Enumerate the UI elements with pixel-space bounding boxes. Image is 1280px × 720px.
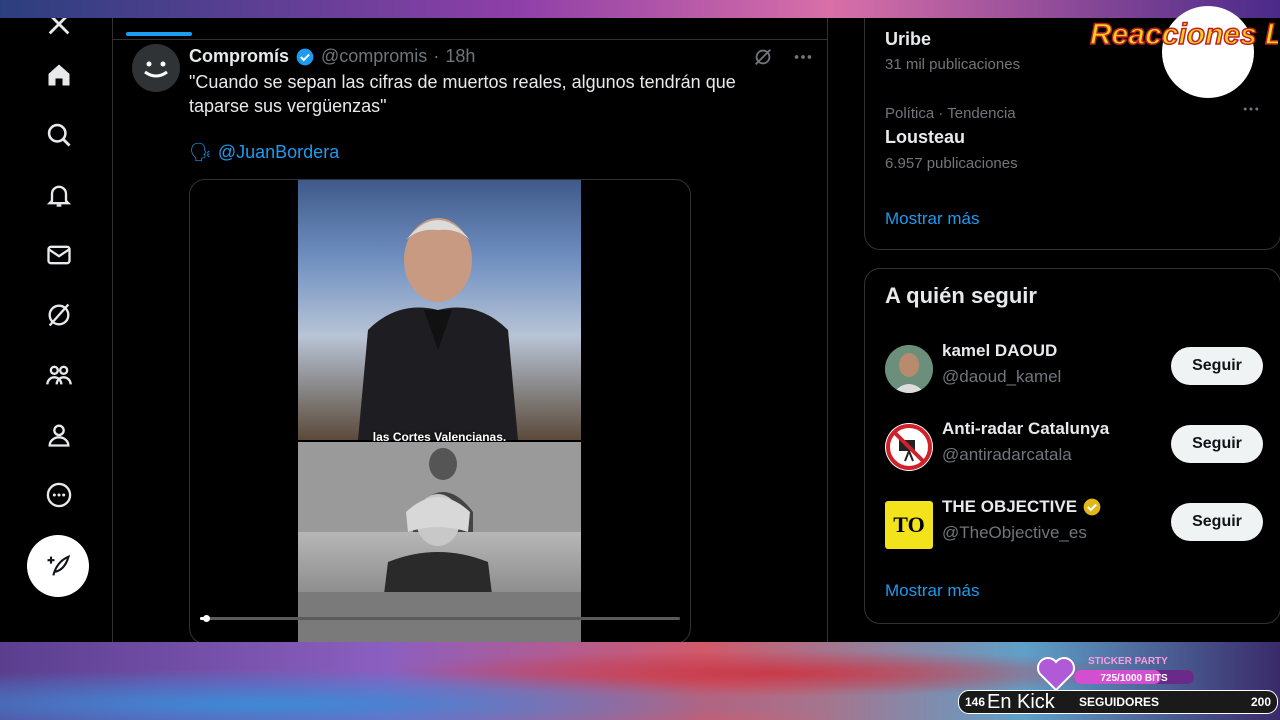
trend-count-partial: 31 mil publicaciones	[885, 56, 1021, 73]
logo-text: Reacciones Locas	[1090, 18, 1278, 51]
sidebar-nav	[0, 18, 112, 642]
followers-platform: En Kick	[987, 691, 1055, 713]
mention-link[interactable]: @JuanBordera	[218, 142, 339, 163]
home-icon[interactable]	[37, 53, 81, 97]
trend-name-partial[interactable]: Uribe	[885, 29, 931, 50]
timeline-feed: Compromís @compromis · 18h "Cuando se se…	[112, 18, 827, 642]
trend-count: 6.957 publicaciones	[885, 155, 1018, 172]
presenter-figure	[358, 218, 518, 440]
video-progress-handle[interactable]	[203, 615, 210, 622]
grok-icon[interactable]	[752, 46, 774, 68]
follow-show-more-link[interactable]: Mostrar más	[885, 581, 979, 601]
follow-button[interactable]: Seguir	[1171, 503, 1263, 541]
communities-icon[interactable]	[37, 353, 81, 397]
verified-badge-icon	[296, 48, 314, 65]
follow-suggestion[interactable]: Anti-radar Catalunya @antiradarcatala Se…	[885, 419, 1265, 479]
follow-suggestion[interactable]: TO THE OBJECTIVE @TheObjective_es Seguir	[885, 497, 1265, 557]
tweet-text: "Cuando se sepan las cifras de muertos r…	[189, 72, 736, 116]
tweet-tools	[752, 46, 814, 68]
avatar[interactable]: TO	[885, 501, 933, 549]
video-studio-scene	[298, 180, 581, 440]
video-player[interactable]: las Cortes Valencianas.	[189, 179, 691, 642]
author-avatar[interactable]	[132, 44, 180, 92]
mention-line: 🗣 @JuanBordera	[189, 142, 339, 163]
author-name[interactable]: Compromís	[189, 46, 289, 67]
follow-button[interactable]: Seguir	[1171, 347, 1263, 385]
trend-name[interactable]: Lousteau	[885, 127, 965, 148]
compose-post-button[interactable]	[27, 535, 89, 597]
video-parliament-scene	[298, 442, 581, 642]
stream-logo: Reacciones Locas	[1088, 2, 1280, 98]
suggestion-name[interactable]: kamel DAOUD	[942, 341, 1057, 361]
followers-goal: 200	[1251, 695, 1272, 709]
grok-icon[interactable]	[37, 293, 81, 337]
trend-category: Política · Tendencia	[885, 105, 1016, 122]
author-handle[interactable]: @compromis	[321, 46, 427, 67]
suggestion-name[interactable]: Anti-radar Catalunya	[942, 419, 1109, 439]
search-icon[interactable]	[37, 113, 81, 157]
video-progress-bar[interactable]	[200, 615, 680, 622]
trend-more-icon[interactable]	[1241, 99, 1261, 124]
video-frame: las Cortes Valencianas.	[298, 180, 581, 642]
separator-dot: ·	[433, 46, 440, 66]
avatar[interactable]	[885, 345, 933, 393]
notifications-bell-icon[interactable]	[37, 173, 81, 217]
follow-button[interactable]: Seguir	[1171, 425, 1263, 463]
heart-icon	[1037, 657, 1075, 692]
feed-divider	[112, 39, 827, 40]
follow-suggestion[interactable]: kamel DAOUD @daoud_kamel Seguir	[885, 341, 1265, 401]
x-logo-icon[interactable]	[37, 18, 81, 46]
sticker-party-widget: STICKER PARTY 725/1000 BITS	[1036, 654, 1196, 694]
gold-verified-badge-icon	[1083, 498, 1101, 516]
followers-label: SEGUIDORES	[1079, 695, 1160, 709]
profile-icon[interactable]	[37, 413, 81, 457]
tweet-header: Compromís @compromis · 18h	[189, 46, 475, 67]
more-horizontal-icon[interactable]	[792, 46, 814, 68]
followers-goal-widget: 146 En Kick SEGUIDORES 200	[958, 690, 1278, 714]
who-to-follow-card: A quién seguir kamel DAOUD @daoud_kamel …	[864, 268, 1280, 624]
tweet-time[interactable]: 18h	[445, 46, 475, 67]
right-sidebar: Uribe 31 mil publicaciones Política · Te…	[827, 18, 1280, 642]
followers-current: 146	[965, 695, 986, 709]
speaking-head-emoji: 🗣	[189, 142, 212, 162]
no-camera-avatar[interactable]	[885, 423, 933, 471]
who-to-follow-title: A quién seguir	[885, 283, 1037, 308]
trends-show-more-link[interactable]: Mostrar más	[885, 209, 979, 229]
speaker-figure	[298, 442, 581, 642]
messages-envelope-icon[interactable]	[37, 233, 81, 277]
suggestion-handle[interactable]: @TheObjective_es	[942, 523, 1087, 543]
suggestion-name[interactable]: THE OBJECTIVE	[942, 497, 1102, 517]
active-tab-indicator	[126, 32, 192, 36]
suggestion-handle[interactable]: @daoud_kamel	[942, 367, 1061, 387]
feather-plus-icon	[47, 554, 71, 576]
suggestion-handle[interactable]: @antiradarcatala	[942, 445, 1072, 465]
more-options-icon[interactable]	[37, 473, 81, 517]
browser-screen: Compromís @compromis · 18h "Cuando se se…	[0, 18, 1280, 642]
sticker-bits: 725/1000 BITS	[1100, 673, 1168, 684]
sticker-title: STICKER PARTY	[1088, 656, 1168, 667]
